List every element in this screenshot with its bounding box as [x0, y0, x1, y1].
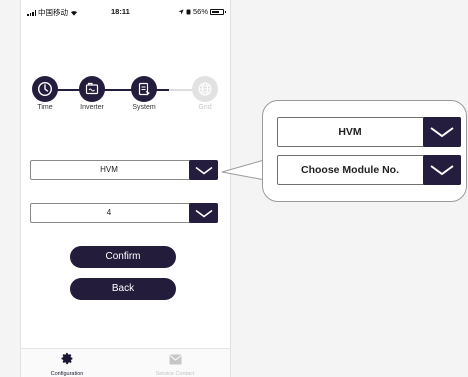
- step-grid-label: Grid: [198, 104, 212, 111]
- step-grid[interactable]: Grid: [180, 76, 230, 111]
- inverter-icon: [79, 76, 105, 102]
- step-system[interactable]: System: [119, 76, 169, 111]
- step-time-label: Time: [37, 104, 53, 111]
- chevron-down-icon[interactable]: [423, 155, 461, 185]
- step-time[interactable]: Time: [21, 76, 70, 111]
- step-inverter[interactable]: Inverter: [67, 76, 117, 111]
- chevron-down-icon[interactable]: [423, 117, 461, 147]
- system-type-select[interactable]: HVM: [30, 160, 218, 180]
- battery-icon: [210, 8, 226, 15]
- step-system-label: System: [132, 104, 156, 111]
- location-icon: [178, 8, 184, 15]
- tab-service-contact[interactable]: Service Contact: [135, 352, 215, 377]
- status-time: 18:11: [111, 7, 130, 16]
- chevron-down-icon[interactable]: [189, 203, 218, 223]
- callout-pointer: [221, 160, 263, 180]
- status-left: 中国移动: [27, 7, 78, 18]
- step-inverter-label: Inverter: [80, 104, 104, 111]
- module-count-value: 4: [106, 208, 112, 217]
- clock-icon: [32, 76, 58, 102]
- phone-screen: 中国移动 18:11 56% Time Inverter System Grid…: [20, 0, 231, 377]
- back-button[interactable]: Back: [70, 278, 176, 300]
- callout-module-placeholder: Choose Module No.: [301, 164, 399, 176]
- tab-configuration[interactable]: Configuration: [27, 352, 107, 377]
- tab-service-contact-label: Service Contact: [155, 371, 195, 377]
- chevron-down-icon[interactable]: [189, 160, 218, 180]
- confirm-button[interactable]: Confirm: [70, 246, 176, 268]
- tab-configuration-label: Configuration: [50, 371, 84, 377]
- setup-stepper: Time Inverter System Grid: [21, 76, 230, 116]
- mail-icon: [169, 354, 181, 365]
- status-bar: 中国移动 18:11 56%: [21, 0, 230, 24]
- callout-system-type-value: HVM: [338, 126, 362, 138]
- system-type-value: HVM: [100, 165, 118, 174]
- signal-icon: [27, 9, 36, 16]
- alarm-icon: [186, 9, 191, 14]
- gear-icon: [61, 352, 72, 365]
- globe-icon: [192, 76, 218, 102]
- battery-percent: 56%: [192, 7, 208, 16]
- tab-bar: Configuration Service Contact: [21, 348, 230, 377]
- wifi-icon: [71, 10, 77, 16]
- carrier-label: 中国移动: [38, 8, 68, 17]
- system-icon: [131, 76, 157, 102]
- zoom-callout: HVM Choose Module No.: [262, 100, 467, 202]
- callout-module-select[interactable]: Choose Module No.: [277, 155, 461, 185]
- status-right: 56%: [178, 7, 226, 16]
- callout-system-type-select[interactable]: HVM: [277, 117, 461, 147]
- module-count-select[interactable]: 4: [30, 203, 218, 223]
